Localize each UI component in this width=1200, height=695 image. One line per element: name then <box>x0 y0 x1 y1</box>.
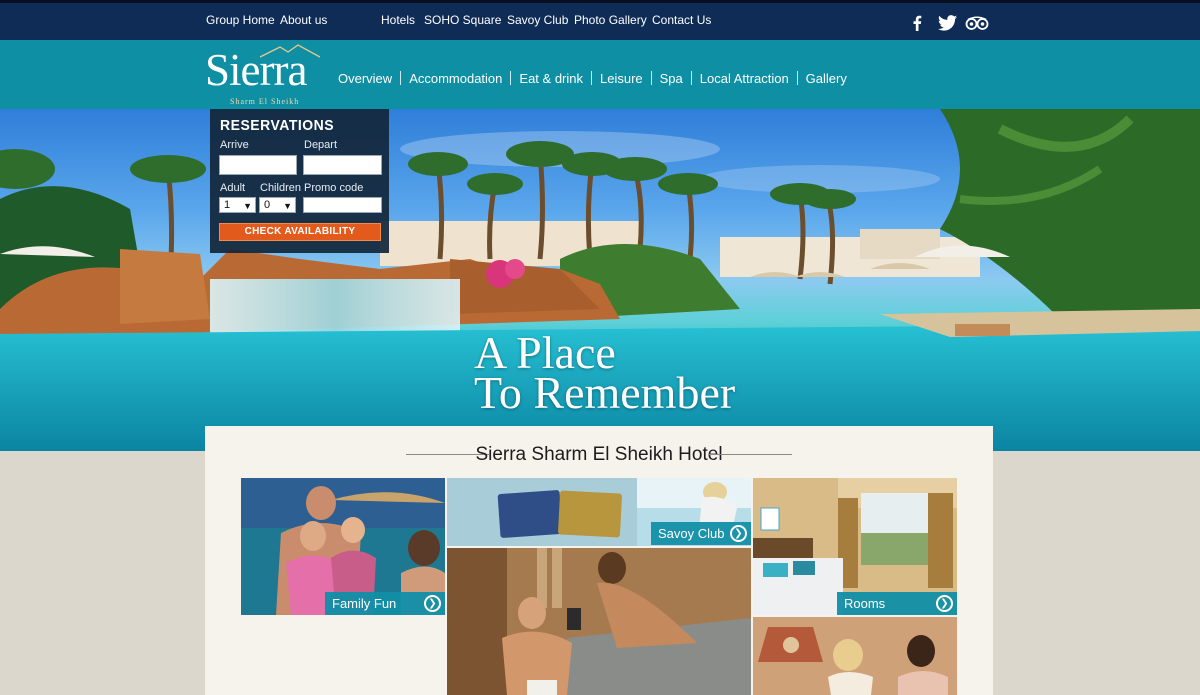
soho-square-link[interactable]: SOHO Square <box>424 13 501 27</box>
arrow-right-icon: ❯ <box>424 595 441 612</box>
section-title: Sierra Sharm El Sheikh Hotel <box>475 444 723 465</box>
tile-label: Family Fun ❯ <box>325 592 445 615</box>
rooms-label: Rooms <box>844 596 886 611</box>
group-home-link[interactable]: Group Home <box>206 13 275 27</box>
promo-code-label: Promo code <box>304 182 364 194</box>
contact-us-link[interactable]: Contact Us <box>652 13 711 27</box>
dining-tile[interactable] <box>753 617 957 695</box>
depart-label: Depart <box>304 139 338 151</box>
chevron-down-icon: ▼ <box>283 201 292 211</box>
reservations-title: RESERVATIONS <box>220 116 335 134</box>
nav-gallery[interactable]: Gallery <box>798 71 855 86</box>
children-label: Children <box>260 182 301 194</box>
dining-image <box>753 617 957 695</box>
nav-accommodation[interactable]: Accommodation <box>401 71 510 86</box>
arrow-right-icon: ❯ <box>730 525 747 542</box>
nav-leisure[interactable]: Leisure <box>592 71 651 86</box>
facebook-icon[interactable] <box>910 12 924 34</box>
hotels-link[interactable]: Hotels <box>381 13 415 27</box>
logo-name: Sierra <box>205 45 307 95</box>
top-bar: Group Home About us Hotels SOHO Square S… <box>0 0 1200 40</box>
spa-couple-image <box>447 548 751 695</box>
twitter-icon[interactable] <box>936 12 958 34</box>
rooms-tile[interactable]: Rooms ❯ <box>753 478 957 615</box>
adult-value: 1 <box>224 199 231 211</box>
content-card: Sierra Sharm El Sheikh Hotel Family Fun … <box>205 426 993 695</box>
hero-banner: A Place To Remember <box>0 109 1200 451</box>
photo-gallery-link[interactable]: Photo Gallery <box>574 13 647 27</box>
arrive-date-input[interactable] <box>219 155 297 175</box>
children-select[interactable]: 0 ▼ <box>259 197 296 213</box>
hero-line-2: To Remember <box>474 367 736 418</box>
main-nav: Sierra Sharm El Sheikh Overview Accommod… <box>0 40 1200 109</box>
about-us-link[interactable]: About us <box>280 13 327 27</box>
sierra-logo[interactable]: Sierra Sharm El Sheikh <box>205 44 333 108</box>
nav-overview[interactable]: Overview <box>330 71 400 86</box>
spa-tile[interactable] <box>447 548 751 695</box>
hero-title: A Place To Remember <box>474 330 736 418</box>
promo-code-input[interactable] <box>303 197 382 213</box>
logo-subtitle: Sharm El Sheikh <box>230 97 300 106</box>
adult-select[interactable]: 1 ▼ <box>219 197 256 213</box>
tripadvisor-icon[interactable] <box>965 12 989 34</box>
title-divider-right <box>709 454 792 455</box>
reservations-widget: RESERVATIONS Arrive Depart Adult Childre… <box>210 109 389 253</box>
arrow-right-icon: ❯ <box>936 595 953 612</box>
family-fun-label: Family Fun <box>332 596 397 611</box>
nav-eat-drink[interactable]: Eat & drink <box>511 71 591 86</box>
savoy-club-tile[interactable]: Savoy Club ❯ <box>447 478 751 546</box>
savoy-club-label: Savoy Club <box>658 526 725 541</box>
check-availability-button[interactable]: CHECK AVAILABILITY <box>219 223 381 241</box>
nav-spa[interactable]: Spa <box>652 71 691 86</box>
chevron-down-icon: ▼ <box>243 201 252 211</box>
nav-links: Overview Accommodation Eat & drink Leisu… <box>330 70 855 86</box>
children-value: 0 <box>264 199 271 211</box>
arrive-label: Arrive <box>220 139 249 151</box>
adult-label: Adult <box>220 182 246 194</box>
depart-date-input[interactable] <box>303 155 382 175</box>
family-fun-tile[interactable]: Family Fun ❯ <box>241 478 445 615</box>
nav-local-attraction[interactable]: Local Attraction <box>692 71 797 86</box>
savoy-club-link[interactable]: Savoy Club <box>507 13 568 27</box>
tile-label: Rooms ❯ <box>837 592 957 615</box>
tile-label: Savoy Club ❯ <box>651 522 751 545</box>
